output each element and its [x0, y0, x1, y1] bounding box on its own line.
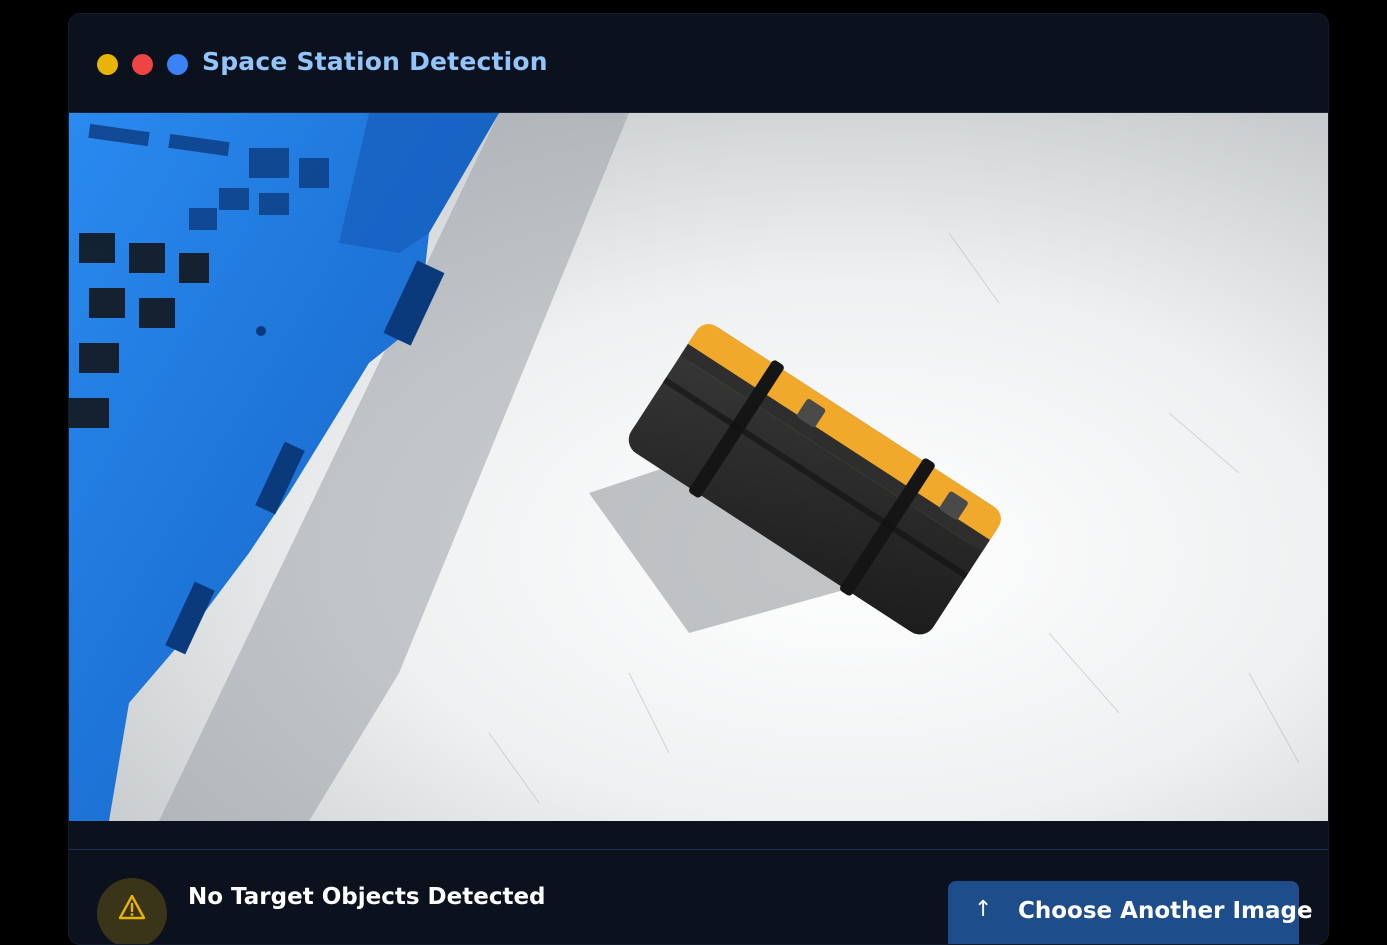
choose-button-label: Choose Another Image	[1018, 898, 1313, 924]
detection-status-title: No Target Objects Detected	[188, 884, 546, 910]
scene-illustration	[69, 113, 1328, 821]
window-dot-yellow	[97, 54, 118, 75]
app-title: Space Station Detection	[202, 47, 548, 76]
panel-header: Space Station Detection	[69, 14, 1328, 113]
detection-panel: Space Station Detection No Target Object…	[68, 13, 1329, 945]
window-dot-blue	[167, 54, 188, 75]
upload-arrow-icon: ↑	[974, 897, 993, 922]
section-divider	[69, 849, 1328, 850]
warning-icon	[118, 894, 146, 920]
warning-badge	[97, 878, 167, 944]
window-dot-red	[132, 54, 153, 75]
choose-another-image-button[interactable]: ↑ Choose Another Image	[948, 881, 1313, 944]
uploaded-image	[69, 113, 1328, 821]
